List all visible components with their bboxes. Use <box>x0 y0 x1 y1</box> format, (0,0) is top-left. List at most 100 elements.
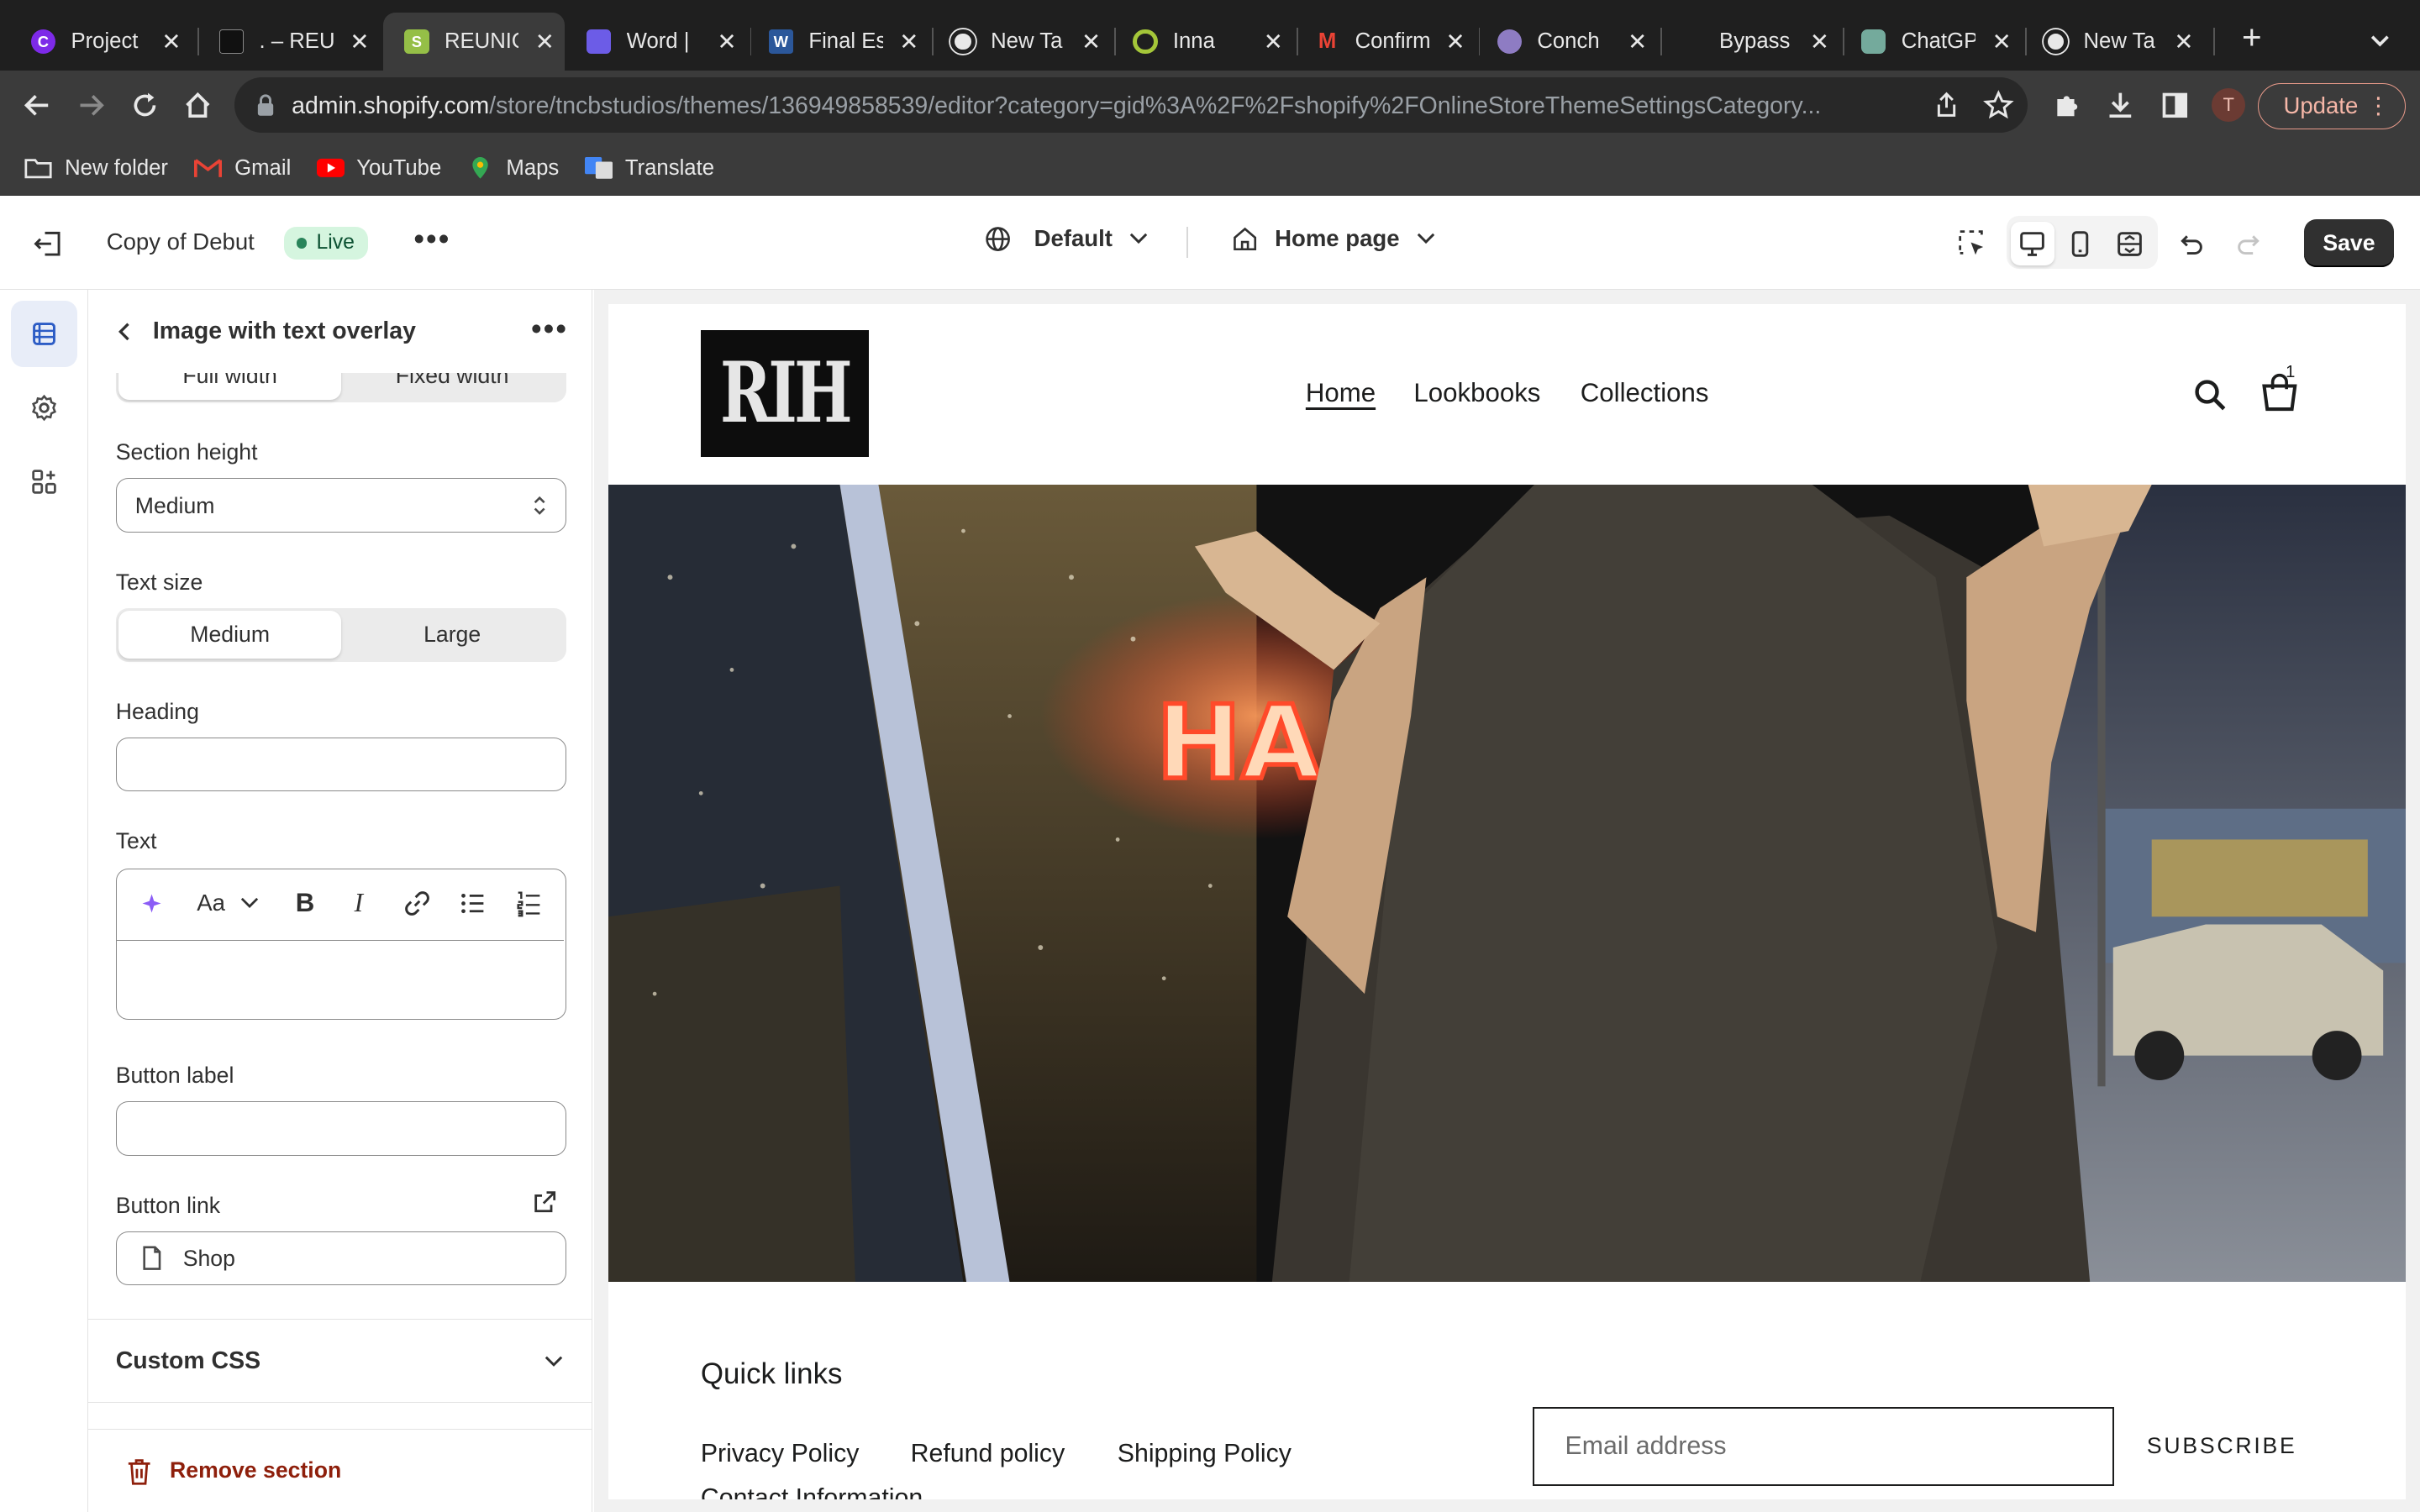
close-icon[interactable]: ✕ <box>1988 28 2016 55</box>
text-size-option-large[interactable]: Large <box>341 611 563 659</box>
desktop-view-button[interactable] <box>2011 222 2054 265</box>
section-more-actions-button[interactable]: ••• <box>531 312 568 347</box>
inspector-toggle-button[interactable] <box>1951 222 1994 265</box>
fullscreen-view-button[interactable] <box>2108 222 2151 265</box>
browser-tab[interactable]: Inna ✕ <box>1111 13 1293 71</box>
theme-settings-nav-button[interactable] <box>11 375 77 441</box>
mobile-view-button[interactable] <box>2059 222 2102 265</box>
bookmark-star-icon[interactable] <box>1983 89 2014 121</box>
heading-input[interactable] <box>115 737 567 792</box>
address-bar[interactable]: admin.shopify.com/store/tncbstudios/them… <box>234 76 2028 133</box>
footer-link-contact[interactable]: Contact Information <box>701 1484 923 1499</box>
conch-icon <box>1497 29 1522 55</box>
bookmark-item[interactable]: YouTube <box>316 153 441 184</box>
italic-button[interactable]: I <box>355 888 363 919</box>
external-link-icon[interactable] <box>533 1189 557 1214</box>
browser-tab-active[interactable]: S REUNIO ✕ <box>382 12 566 71</box>
browser-tab[interactable]: . – REU ✕ <box>197 13 380 71</box>
footer-link-shipping[interactable]: Shipping Policy <box>1118 1440 1292 1468</box>
close-icon[interactable]: ✕ <box>1441 28 1469 55</box>
bold-icon: B <box>295 888 315 918</box>
close-icon[interactable]: ✕ <box>1623 28 1651 55</box>
youtube-icon <box>316 159 345 178</box>
browser-tab[interactable]: C Project ✕ <box>9 13 192 71</box>
sections-nav-button[interactable] <box>10 301 77 368</box>
storefront-preview: RIH Home Lookbooks Collections 1 HA Quic… <box>608 303 2407 1500</box>
bookmark-item[interactable]: New folder <box>24 153 168 184</box>
reload-icon[interactable] <box>129 90 160 121</box>
nav-link-collections[interactable]: Collections <box>1581 378 1709 408</box>
close-icon[interactable]: ✕ <box>1260 28 1287 55</box>
neon-sign-text: HA <box>1156 683 1320 802</box>
back-arrow-icon[interactable] <box>22 90 53 121</box>
text-size-option-medium[interactable]: Medium <box>118 611 341 659</box>
home-icon[interactable] <box>182 90 213 121</box>
close-icon[interactable]: ✕ <box>531 28 559 55</box>
chevron-down-icon <box>1417 233 1435 244</box>
new-tab-plus-icon[interactable]: + <box>2235 20 2269 55</box>
share-icon[interactable] <box>1933 91 1960 118</box>
undo-button[interactable] <box>2169 222 2212 265</box>
remove-section-button[interactable]: Remove section <box>87 1428 592 1512</box>
bookmark-item[interactable]: Translate <box>585 153 714 184</box>
text-rich-editor: Aa B I <box>115 869 567 1021</box>
save-button[interactable]: Save <box>2304 218 2394 267</box>
close-icon[interactable]: ✕ <box>1806 28 1833 55</box>
close-icon[interactable]: ✕ <box>713 28 741 55</box>
theme-more-actions-button[interactable]: ••• <box>413 223 450 255</box>
store-logo[interactable]: RIH <box>700 330 870 457</box>
bold-button[interactable]: B <box>296 888 315 919</box>
update-button[interactable]: Update ⋮ <box>2258 83 2407 130</box>
editor-sidebar-rail <box>0 290 88 1512</box>
apps-nav-button[interactable] <box>11 449 77 515</box>
rih-logo-icon <box>218 29 245 55</box>
hero-image[interactable]: HA <box>608 484 2407 1283</box>
subscribe-button[interactable]: SUBSCRIBE <box>2147 1433 2297 1459</box>
close-icon[interactable]: ✕ <box>345 28 373 55</box>
newsletter-email-input[interactable]: Email address <box>1532 1407 2115 1486</box>
sparkle-icon <box>142 894 161 913</box>
footer-link-privacy[interactable]: Privacy Policy <box>701 1440 860 1468</box>
profile-avatar[interactable]: T <box>2211 87 2246 123</box>
browser-tab[interactable]: New Ta ✕ <box>2022 13 2204 71</box>
browser-tab[interactable]: M Confirm ✕ <box>1293 13 1476 71</box>
browser-tab[interactable]: New Ta ✕ <box>929 13 1112 71</box>
bookmark-item[interactable]: Gmail <box>194 153 291 184</box>
page-icon <box>143 1246 161 1271</box>
back-chevron-icon[interactable] <box>114 321 136 343</box>
link-button[interactable] <box>403 888 431 919</box>
close-icon[interactable]: ✕ <box>1077 28 1105 55</box>
locale-selector[interactable]: Default <box>985 225 1148 252</box>
custom-css-collapsible[interactable]: Custom CSS <box>87 1319 592 1403</box>
browser-tab[interactable]: W Final Es ✕ <box>747 13 929 71</box>
button-label-input[interactable] <box>115 1101 567 1156</box>
nav-link-home[interactable]: Home <box>1306 378 1376 408</box>
redo-button[interactable] <box>2228 222 2271 265</box>
forward-arrow-icon[interactable] <box>76 90 107 121</box>
browser-tab[interactable]: ChatGP ✕ <box>1839 13 2022 71</box>
bookmark-item[interactable]: Maps <box>466 153 559 184</box>
section-height-select[interactable]: Medium <box>115 478 567 533</box>
live-status-badge: Live <box>283 226 369 260</box>
button-label-label: Button label <box>115 1063 234 1089</box>
extensions-puzzle-icon[interactable] <box>2051 90 2082 121</box>
nav-link-lookbooks[interactable]: Lookbooks <box>1413 378 1540 408</box>
ai-sparkle-button[interactable] <box>138 888 166 919</box>
side-panel-icon[interactable] <box>2160 90 2191 121</box>
footer-link-refund[interactable]: Refund policy <box>911 1440 1065 1468</box>
close-icon[interactable]: ✕ <box>895 28 923 55</box>
browser-tab[interactable]: Conch ✕ <box>1476 13 1658 71</box>
page-selector[interactable]: Home page <box>1232 225 1435 252</box>
numbered-list-button[interactable] <box>515 888 543 919</box>
bullet-list-button[interactable] <box>459 888 487 919</box>
close-icon[interactable]: ✕ <box>157 28 185 55</box>
tab-search-chevron-icon[interactable] <box>2365 24 2396 55</box>
browser-tab[interactable]: Bypass ✕ <box>1658 13 1840 71</box>
close-icon[interactable]: ✕ <box>2170 28 2197 55</box>
download-icon[interactable] <box>2105 90 2136 121</box>
button-link-picker[interactable]: Shop <box>115 1231 567 1285</box>
text-format-dropdown[interactable]: Aa <box>197 888 259 919</box>
search-icon[interactable] <box>2193 378 2227 412</box>
exit-editor-icon[interactable] <box>31 227 65 260</box>
browser-tab[interactable]: Word | ✕ <box>565 13 747 71</box>
